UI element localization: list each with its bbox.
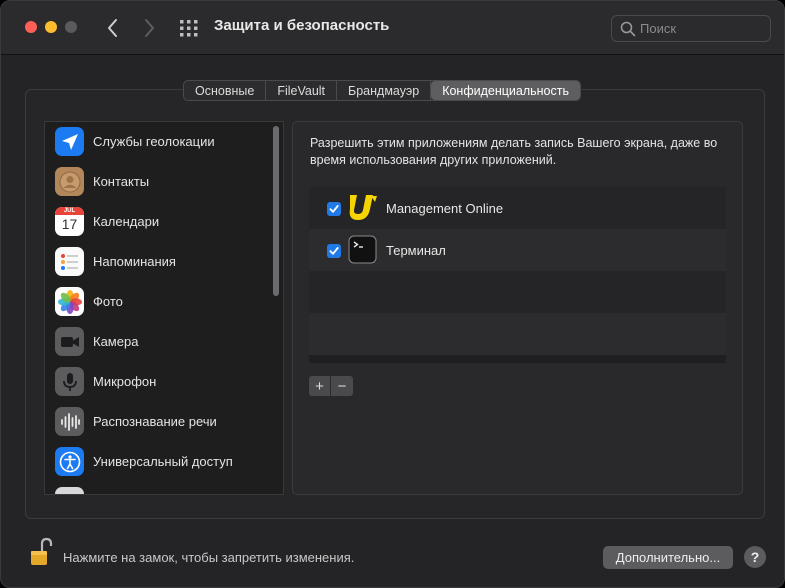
sidebar-item-label: Контакты [93, 174, 150, 189]
terminal-icon [348, 235, 377, 264]
sidebar-scrollbar-thumb[interactable] [273, 126, 279, 296]
tab-bar: Основные FileVault Брандмауэр Конфиденци… [183, 80, 581, 101]
sidebar-item-microphone[interactable]: Микрофон [45, 362, 270, 402]
title-bar: Защита и безопасность [1, 1, 784, 55]
speech-recognition-icon [55, 407, 84, 436]
magnifying-glass-icon [620, 21, 636, 37]
app-checkbox[interactable] [327, 202, 341, 216]
sidebar-item-calendars[interactable]: JUL 17 Календари [45, 202, 270, 242]
close-window-button[interactable] [25, 21, 37, 33]
forward-button[interactable] [137, 15, 161, 41]
tab-privacy[interactable]: Конфиденциальность [431, 81, 580, 100]
sidebar-item-label: Распознавание речи [93, 414, 217, 429]
app-list: Management Online Терминал [309, 187, 726, 363]
folder-icon [55, 487, 84, 494]
calendar-month-label: JUL [55, 207, 84, 215]
sidebar-item-reminders[interactable]: Напоминания [45, 242, 270, 282]
tab-general[interactable]: Основные [184, 81, 267, 100]
privacy-category-list: Службы геолокации Контакты JUL 17 Календ… [44, 121, 284, 495]
sidebar-item-contacts[interactable]: Контакты [45, 162, 270, 202]
accessibility-icon [55, 447, 84, 476]
sidebar-item-accessibility[interactable]: Универсальный доступ [45, 442, 270, 482]
zoom-window-button[interactable] [65, 21, 77, 33]
unlocked-padlock-icon[interactable] [29, 537, 53, 567]
back-button[interactable] [101, 15, 125, 41]
help-button[interactable]: ? [744, 546, 766, 568]
advanced-button[interactable]: Дополнительно... [603, 546, 733, 569]
sidebar-item-label: Универсальный доступ [93, 454, 233, 469]
app-checkbox[interactable] [327, 244, 341, 258]
preferences-window: Защита и безопасность Основные FileVault… [0, 0, 785, 588]
chevron-right-icon [145, 19, 154, 37]
chevron-left-icon [108, 19, 117, 37]
sidebar-item-label: Микрофон [93, 374, 157, 389]
sidebar-item-label: Службы геолокации [93, 134, 215, 149]
contacts-icon [55, 167, 84, 196]
app-row-empty [309, 313, 726, 355]
microphone-icon [55, 367, 84, 396]
sidebar-item-photos[interactable]: Фото [45, 282, 270, 322]
photos-icon [55, 287, 84, 316]
search-field[interactable] [611, 15, 771, 42]
location-arrow-icon [55, 127, 84, 156]
search-input[interactable] [640, 19, 765, 38]
app-row-empty [309, 271, 726, 313]
add-app-button[interactable]: + [309, 376, 331, 396]
sidebar-item-location-services[interactable]: Службы геолокации [45, 122, 270, 162]
permission-description: Разрешить этим приложениям делать запись… [310, 136, 718, 167]
checkmark-icon [329, 247, 339, 255]
add-remove-controls: + − [309, 376, 353, 396]
sidebar-item-camera[interactable]: Камера [45, 322, 270, 362]
tab-firewall[interactable]: Брандмауэр [337, 81, 432, 100]
sidebar-item-speech-recognition[interactable]: Распознавание речи [45, 402, 270, 442]
tab-filevault[interactable]: FileVault [266, 81, 338, 100]
sidebar-item-label: Календари [93, 214, 160, 229]
app-name: Management Online [386, 201, 504, 216]
app-row-terminal[interactable]: Терминал [309, 229, 726, 271]
window-title: Защита и безопасность [214, 17, 390, 34]
app-row-management-online[interactable]: Management Online [309, 187, 726, 229]
camera-icon [55, 327, 84, 356]
remove-app-button[interactable]: − [331, 376, 353, 396]
sidebar-item-label: Фото [93, 294, 123, 309]
lock-hint-text: Нажмите на замок, чтобы запретить измене… [63, 550, 355, 565]
calendar-day-label: 17 [61, 216, 78, 232]
reminders-icon [55, 247, 84, 276]
sidebar-item-label: Камера [93, 334, 139, 349]
checkmark-icon [329, 205, 339, 213]
management-online-logo-icon [349, 195, 377, 220]
sidebar-item-partial[interactable] [45, 482, 270, 494]
sidebar-item-label: Напоминания [93, 254, 176, 269]
calendar-icon: JUL 17 [55, 207, 84, 236]
app-name: Терминал [386, 243, 446, 258]
grid-icon [180, 20, 198, 37]
minimize-window-button[interactable] [45, 21, 57, 33]
show-all-button[interactable] [179, 18, 199, 38]
